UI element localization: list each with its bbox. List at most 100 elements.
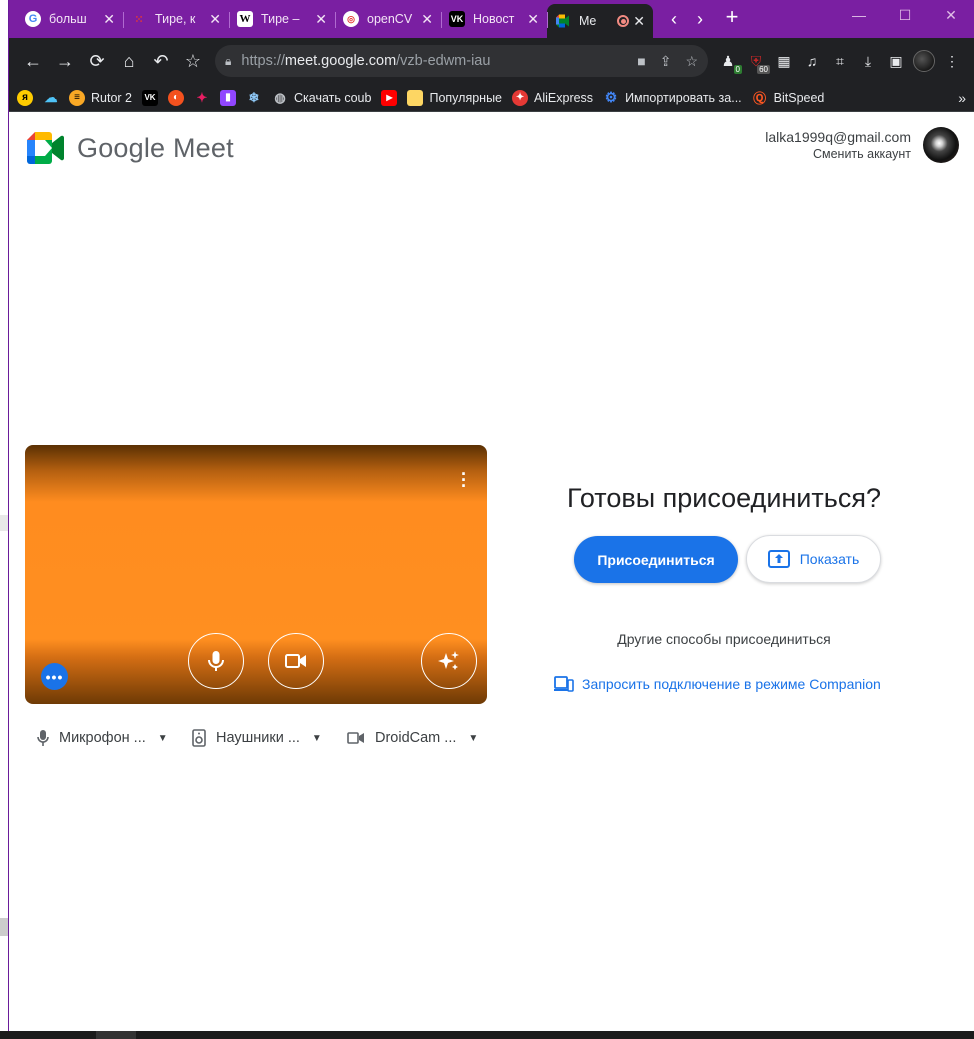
more-options-icon[interactable]: · · · [461, 465, 467, 495]
bookmark-coub[interactable]: ◍ Скачать coub [272, 90, 371, 106]
bookmark-twitch[interactable]: ▮ [220, 89, 236, 106]
tab-opencv[interactable]: ◎ openCV ✕ [335, 4, 441, 34]
extensions-grid-icon[interactable]: ▦ [770, 47, 798, 75]
bookmark-label: BitSpeed [773, 90, 825, 105]
bookmark-aliexpress[interactable]: ✦ AliExpress [512, 89, 593, 106]
profile-avatar[interactable] [910, 47, 938, 75]
gear-icon: ⚙ [604, 89, 618, 105]
share-icon[interactable]: ⇪ [660, 53, 672, 70]
undo-icon[interactable]: ↶ [145, 45, 177, 77]
bookmark-youtube[interactable]: ▶ [381, 89, 398, 106]
bookmark-bitspeed[interactable]: Ⓠ BitSpeed [752, 90, 825, 107]
tab-title: больш [49, 12, 87, 26]
other-ways-heading: Другие способы присоединиться [617, 631, 831, 647]
tab-scroll-right-icon[interactable]: › [687, 9, 713, 30]
sidebar-icon[interactable]: ▣ [882, 47, 910, 75]
camera-toggle-button[interactable] [268, 633, 324, 689]
close-tab-icon[interactable]: ✕ [209, 11, 221, 28]
ublock-icon[interactable]: ⛨ 60 [742, 47, 770, 75]
window-controls: — ☐ ✕ [836, 0, 974, 30]
bookmark-star[interactable]: ✦ [194, 90, 210, 106]
address-bar[interactable]: 🔒︎ https://meet.google.com/vzb-edwm-iau … [215, 45, 708, 77]
visual-effects-button[interactable] [421, 633, 477, 689]
bookmarks-bar: я ☁ ≡ Rutor 2 VK ◐ ✦ ▮ ❄ ◍ Скачать coub ▶ … [9, 84, 974, 112]
bookmark-import[interactable]: ⚙ Импортировать за... [603, 89, 742, 106]
desktop-background [0, 0, 8, 1039]
tab-google-meet[interactable]: Me ✕ [547, 4, 653, 38]
aliexpress-icon: ✦ [512, 89, 529, 106]
join-button[interactable]: Присоединиться [574, 536, 738, 583]
browser-window: G больш ✕ ⁙ Тире, к ✕ W Тире – ✕ ◎ openC… [8, 0, 974, 1031]
bookmark-aim[interactable]: ◐ [168, 89, 184, 106]
device-selectors: Микрофон ... ▼ Наушники ... ▼ DroidCam .… [37, 729, 502, 747]
vk-icon: VK [142, 89, 158, 106]
close-tab-icon[interactable]: ✕ [527, 11, 539, 28]
camera-label: DroidCam ... [375, 730, 457, 746]
close-tab-icon[interactable]: ✕ [103, 11, 115, 28]
bookmarks-overflow-icon[interactable]: » [958, 90, 966, 106]
avatar [913, 50, 935, 72]
bookmark-rutor[interactable]: ≡ Rutor 2 [69, 89, 132, 106]
forward-icon[interactable]: → [49, 45, 81, 77]
download-icon[interactable]: ⤓ [854, 47, 882, 75]
bitspeed-icon: Ⓠ [753, 91, 767, 106]
bookmark-yandex[interactable]: я [17, 89, 33, 106]
sparkle-icon [438, 651, 459, 670]
bookmark-star-icon[interactable]: ☆ [177, 45, 209, 77]
mic-icon [208, 651, 224, 671]
close-tab-icon[interactable]: ✕ [421, 11, 433, 28]
tab-google[interactable]: G больш ✕ [17, 4, 123, 34]
google-meet-icon [555, 13, 571, 29]
bookmark-vk[interactable]: VK [142, 89, 158, 106]
star-icon[interactable]: ☆ [685, 53, 698, 70]
account-avatar[interactable] [923, 127, 959, 163]
microphone-toggle-button[interactable] [188, 633, 244, 689]
tab-wikipedia[interactable]: W Тире – ✕ [229, 4, 335, 34]
companion-icon [554, 676, 574, 692]
present-icon [767, 550, 790, 568]
microphone-select[interactable]: Микрофон ... ▼ [37, 729, 192, 747]
twitch-icon: ▮ [220, 89, 236, 106]
minimize-icon[interactable]: — [836, 0, 882, 30]
tab-tire-k[interactable]: ⁙ Тире, к ✕ [123, 4, 229, 34]
camera-in-use-icon[interactable]: ■ [637, 53, 645, 70]
camera-icon [347, 732, 364, 744]
close-tab-icon[interactable]: ✕ [315, 11, 327, 28]
bookmark-label: Rutor 2 [91, 90, 132, 105]
switch-account-link[interactable]: Сменить аккаунт [765, 147, 911, 161]
bookmark-label: Импортировать за... [625, 90, 742, 105]
address-bar-actions: ■ ⇪ ☆ [637, 53, 698, 70]
new-tab-icon[interactable]: + [719, 4, 745, 30]
bookmark-snowflake[interactable]: ❄ [246, 90, 262, 106]
close-window-icon[interactable]: ✕ [928, 0, 974, 30]
address-url: https://meet.google.com/vzb-edwm-iau [241, 53, 637, 69]
speaker-select[interactable]: Наушники ... ▼ [192, 729, 347, 747]
crop-icon[interactable]: ⌗ [826, 47, 854, 75]
reload-icon[interactable]: ⟳ [81, 45, 113, 77]
lock-icon: 🔒︎ [225, 53, 232, 68]
close-tab-icon[interactable]: ✕ [633, 13, 645, 30]
tab-strip: G больш ✕ ⁙ Тире, к ✕ W Тире – ✕ ◎ openC… [9, 0, 974, 38]
account-email: lalka1999q@gmail.com [765, 129, 911, 145]
more-actions-icon[interactable]: ••• [41, 663, 68, 690]
tab-scroll-left-icon[interactable]: ‹ [661, 9, 687, 30]
bookmark-label: Популярные [429, 90, 503, 105]
companion-mode-link[interactable]: Запросить подключение в режиме Companion [554, 676, 881, 692]
bookmark-label: Скачать coub [294, 90, 372, 105]
camera-select[interactable]: DroidCam ... ▼ [347, 729, 502, 747]
weather-icon: ☁ [44, 89, 58, 105]
bookmark-weather[interactable]: ☁ [43, 90, 59, 106]
media-queue-icon[interactable]: ♫ [798, 47, 826, 75]
home-icon[interactable]: ⌂ [113, 45, 145, 77]
tab-vk-news[interactable]: VK Новост ✕ [441, 4, 547, 34]
extension-puzzle-icon[interactable]: ♟ 0 [714, 47, 742, 75]
tab-title: Me [579, 14, 597, 28]
maximize-icon[interactable]: ☐ [882, 0, 928, 30]
back-icon[interactable]: ← [17, 45, 49, 77]
google-meet-logo[interactable]: Google Meet [27, 132, 234, 164]
bookmark-popular[interactable]: Популярные [407, 89, 503, 106]
present-button[interactable]: Показать [746, 535, 881, 583]
snowflake-icon: ❄ [248, 89, 260, 105]
menu-icon[interactable]: ⋮ [938, 47, 966, 75]
star-icon: ✦ [196, 89, 208, 105]
